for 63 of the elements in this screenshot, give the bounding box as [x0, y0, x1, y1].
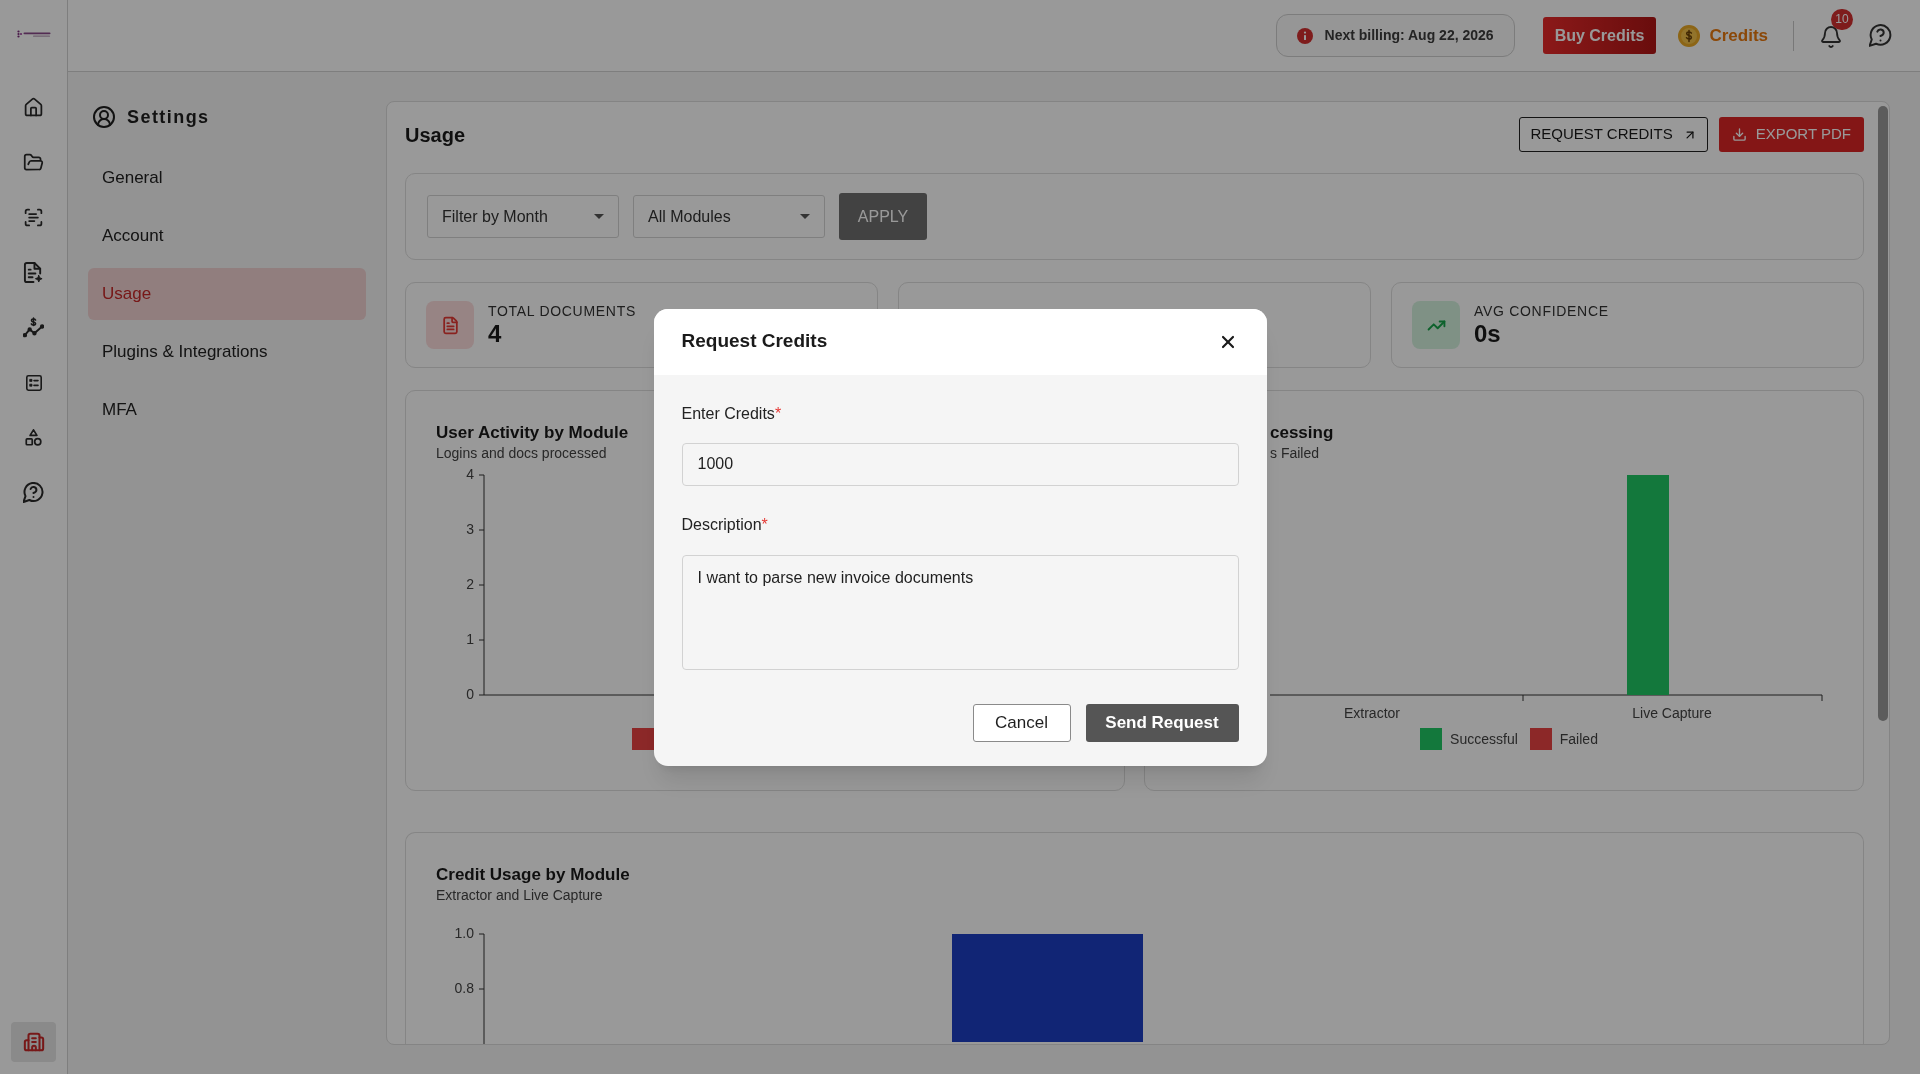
chart-title: cessing	[1270, 422, 1334, 444]
chart-subtitle: s Failed	[1270, 444, 1320, 462]
settings-nav-item[interactable]: Plugins & Integrations	[88, 326, 366, 378]
notification-badge: 10	[1831, 8, 1853, 30]
shapes-icon[interactable]	[25, 429, 42, 446]
scan-icon[interactable]	[23, 207, 44, 228]
credits-input[interactable]: 1000	[681, 442, 1239, 486]
legend-label: Successful	[1450, 729, 1518, 749]
caret-icon	[594, 214, 604, 219]
document-sparkle-icon[interactable]	[23, 262, 44, 283]
chart-title: User Activity by Module	[436, 422, 629, 444]
stat-value: 4	[488, 320, 502, 348]
settings-nav-item[interactable]: MFA	[88, 384, 366, 436]
filter-dropdown[interactable]: Filter by Month	[427, 195, 619, 238]
send-request-button[interactable]: Send Request	[1085, 703, 1239, 742]
settings-nav-item[interactable]: Account	[88, 210, 366, 262]
home-icon[interactable]	[23, 97, 44, 118]
stat-value: 0s	[1474, 320, 1501, 348]
axis-tick-label: 1	[466, 630, 474, 647]
axis-tick-label: 3	[466, 520, 474, 537]
axis-tick-label: 0	[466, 685, 474, 702]
document-icon	[426, 301, 474, 349]
export-pdf-button[interactable]: EXPORT PDF	[1718, 117, 1864, 152]
trending-up-icon	[1412, 301, 1460, 349]
filter-dropdown[interactable]: All Modules	[633, 195, 825, 238]
info-icon	[1296, 27, 1313, 44]
folder-icon[interactable]	[23, 152, 44, 173]
bell-icon[interactable]	[1819, 24, 1843, 49]
chart-dollar-icon[interactable]	[23, 317, 44, 338]
field-label: Enter Credits*	[681, 403, 782, 424]
dialog-title: Request Credits	[681, 329, 828, 354]
axis-tick-label: 1.0	[454, 924, 474, 941]
axis-tick-label: 4	[466, 465, 474, 482]
field-label: Description*	[681, 514, 768, 535]
chart-title: Credit Usage by Module	[436, 864, 630, 886]
settings-nav-item[interactable]: General	[88, 152, 366, 204]
description-textarea[interactable]: I want to parse new invoice documents	[681, 554, 1239, 670]
coin-icon	[1678, 24, 1701, 47]
axis-tick-label: 2	[466, 575, 474, 592]
scrollbar-thumb[interactable]	[1878, 106, 1888, 721]
chart-subtitle: Extractor and Live Capture	[436, 886, 603, 904]
help-icon[interactable]	[23, 482, 44, 503]
usage-title: Usage	[405, 122, 466, 148]
settings-title: Settings	[127, 105, 210, 129]
buy-credits-button[interactable]: Buy Credits	[1542, 17, 1657, 54]
apply-button[interactable]: APPLY	[839, 193, 927, 240]
category-label: Extractor	[1344, 704, 1400, 721]
list-icon[interactable]	[25, 374, 42, 391]
billing-date-text: Next billing: Aug 22, 2026	[1324, 26, 1494, 45]
request-credits-button[interactable]: REQUEST CREDITS	[1519, 117, 1708, 152]
category-label: Live Capture	[1632, 704, 1712, 721]
user-circle-icon	[92, 105, 116, 129]
building-icon[interactable]	[11, 1022, 56, 1062]
logo-icon	[16, 30, 51, 38]
cancel-button[interactable]: Cancel	[972, 703, 1071, 742]
chart-subtitle: Logins and docs processed	[436, 444, 607, 462]
stat-label: TOTAL DOCUMENTS	[488, 302, 636, 320]
axis-tick-label: 0.8	[454, 979, 474, 996]
legend-label: Failed	[1559, 729, 1598, 749]
caret-icon	[800, 214, 810, 219]
download-icon	[1731, 127, 1747, 142]
stat-label: AVG CONFIDENCE	[1474, 302, 1609, 320]
help-icon[interactable]	[1869, 24, 1892, 47]
